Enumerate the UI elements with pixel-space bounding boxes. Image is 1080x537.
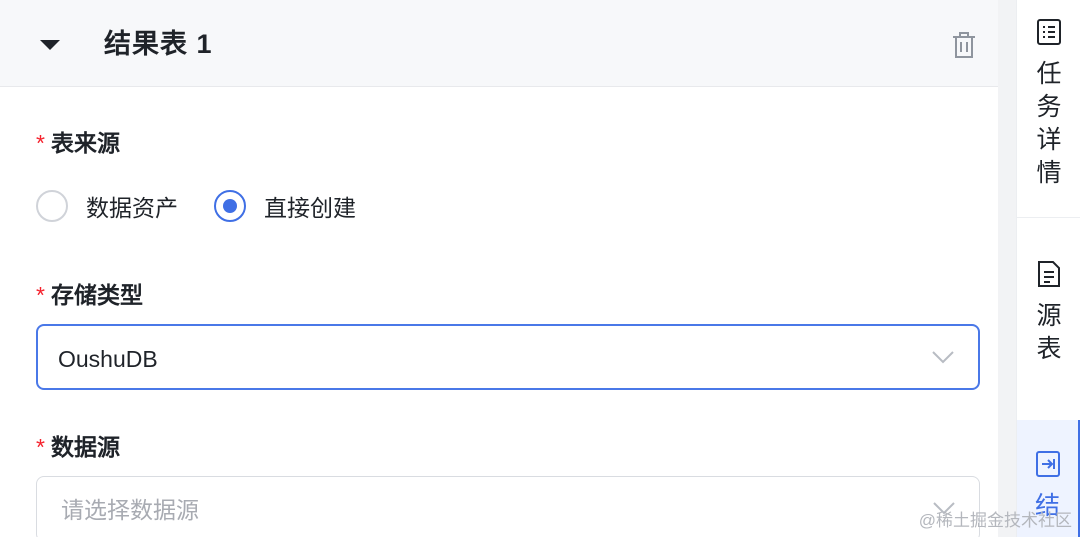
doc-icon [1038,261,1060,287]
storage-type-label-text: 存储类型 [50,282,143,308]
data-source-select[interactable]: 请选择数据源 [36,476,980,537]
side-tab-bar: 任务详情 源表 结 [1016,0,1080,537]
table-source-label: * 表来源 [36,128,120,158]
storage-type-value: OushuDB [58,346,158,372]
side-tab-task-details[interactable]: 任务详情 [1017,18,1080,218]
required-mark: * [36,282,45,308]
side-tab-label: 源表 [1036,302,1062,363]
side-tab-source-table[interactable]: 源表 [1017,260,1080,400]
result-table-panel: 结果表 1 * 表来源 数据资产 直接创建 * 存储类型 OushuDB * 数据源 [0,0,998,537]
data-source-placeholder: 请选择数据源 [61,497,199,523]
trash-icon[interactable] [950,30,978,60]
side-tab-label: 任务详情 [1036,60,1062,187]
export-doc-icon [1035,451,1060,477]
radio-direct-create[interactable]: 直接创建 [214,189,356,223]
list-doc-icon [1037,19,1061,45]
chevron-down-icon[interactable] [932,350,954,364]
required-mark: * [36,130,45,156]
storage-type-select[interactable]: OushuDB [36,324,980,390]
watermark: @稀土掘金技术社区 [918,511,1072,530]
radio-label: 直接创建 [264,195,356,221]
scrollbar-gutter[interactable] [998,0,1016,537]
panel-header[interactable]: 结果表 1 [0,0,998,87]
storage-type-label: * 存储类型 [36,280,143,310]
panel-title: 结果表 1 [104,29,213,59]
table-source-radio-group: 数据资产 直接创建 [36,186,392,226]
table-source-label-text: 表来源 [50,130,120,156]
radio-label: 数据资产 [86,195,178,221]
caret-down-icon[interactable] [40,40,60,50]
radio-data-asset[interactable]: 数据资产 [36,189,178,223]
radio-circle[interactable] [36,190,68,222]
required-mark: * [36,434,45,460]
data-source-label-text: 数据源 [50,434,120,460]
data-source-label: * 数据源 [36,432,120,462]
radio-circle-checked[interactable] [214,190,246,222]
